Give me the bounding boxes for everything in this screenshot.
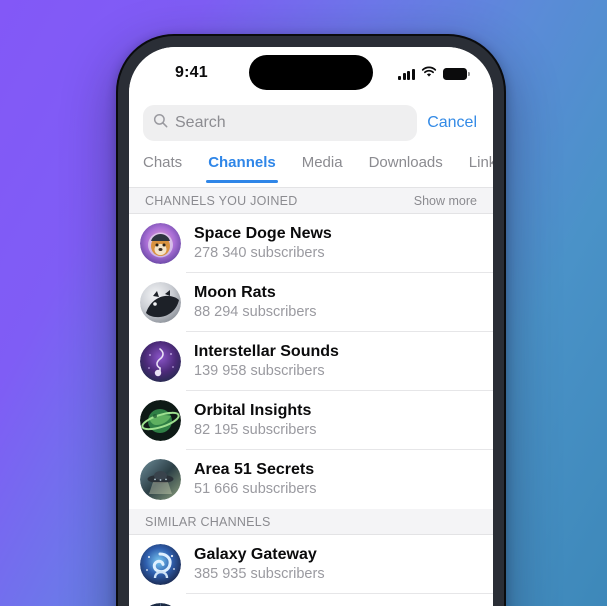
doge-astronaut-avatar — [140, 223, 181, 264]
wifi-icon — [421, 65, 437, 83]
subscriber-count: 88 294 subscribers — [194, 304, 317, 320]
tab-media[interactable]: Media — [302, 151, 343, 171]
row-text: Area 51 Secrets 51 666 subscribers — [194, 460, 317, 499]
channel-name: Galaxy Gateway — [194, 546, 317, 563]
tab-downloads[interactable]: Downloads — [369, 151, 443, 171]
table-row[interactable]: Telescope 27 248 subscribers — [129, 594, 493, 606]
table-row[interactable]: Moon Rats 88 294 subscribers — [129, 273, 493, 332]
row-text: Interstellar Sounds 139 958 subscribers — [194, 342, 339, 381]
subscriber-count: 139 958 subscribers — [194, 363, 325, 379]
subscriber-count: 278 340 subscribers — [194, 245, 325, 261]
table-row[interactable]: Galaxy Gateway 385 935 subscribers — [129, 535, 493, 594]
music-note-avatar — [140, 341, 181, 382]
battery-icon — [443, 68, 471, 80]
phone-screen: 9:41 Search Cancel Chats Channels Media … — [129, 47, 493, 606]
section-header-channels-you-joined: CHANNELS YOU JOINED Show more — [129, 188, 493, 214]
channel-name: Interstellar Sounds — [194, 343, 339, 360]
tab-chats[interactable]: Chats — [143, 151, 182, 171]
cancel-button[interactable]: Cancel — [427, 114, 479, 132]
tab-links[interactable]: Links — [469, 151, 493, 171]
channel-name: Moon Rats — [194, 284, 276, 301]
subscriber-count: 82 195 subscribers — [194, 422, 317, 438]
table-row[interactable]: Interstellar Sounds 139 958 subscribers — [129, 332, 493, 391]
search-icon — [153, 113, 168, 133]
rat-moon-avatar — [140, 282, 181, 323]
search-input[interactable]: Search — [143, 105, 418, 141]
status-bar-icons — [398, 65, 471, 83]
cellular-bars-icon — [398, 68, 415, 80]
channel-name: Orbital Insights — [194, 402, 312, 419]
section-header-similar-channels: SIMILAR CHANNELS — [129, 509, 493, 535]
row-text: Space Doge News 278 340 subscribers — [194, 224, 332, 263]
phone-device-frame: 9:41 Search Cancel Chats Channels Media … — [116, 34, 506, 606]
show-more-button[interactable]: Show more — [414, 194, 477, 208]
screenshot-canvas: 9:41 Search Cancel Chats Channels Media … — [0, 0, 607, 606]
channel-name: Area 51 Secrets — [194, 461, 315, 478]
section-title: CHANNELS YOU JOINED — [145, 194, 298, 208]
search-placeholder: Search — [175, 114, 226, 131]
search-bar: Search Cancel — [129, 101, 493, 151]
row-text: Galaxy Gateway 385 935 subscribers — [194, 545, 325, 584]
tab-bar: Chats Channels Media Downloads Links — [129, 151, 493, 188]
section-title: SIMILAR CHANNELS — [145, 515, 271, 529]
table-row[interactable]: Orbital Insights 82 195 subscribers — [129, 391, 493, 450]
status-bar: 9:41 — [129, 47, 493, 101]
dynamic-island — [249, 55, 373, 90]
tab-channels[interactable]: Channels — [206, 151, 278, 183]
subscriber-count: 51 666 subscribers — [194, 481, 317, 497]
green-planet-avatar — [140, 400, 181, 441]
table-row[interactable]: Space Doge News 278 340 subscribers — [129, 214, 493, 273]
table-row[interactable]: Area 51 Secrets 51 666 subscribers — [129, 450, 493, 509]
subscriber-count: 385 935 subscribers — [194, 566, 325, 582]
row-text: Orbital Insights 82 195 subscribers — [194, 401, 317, 440]
row-text: Moon Rats 88 294 subscribers — [194, 283, 317, 322]
channel-name: Space Doge News — [194, 225, 332, 242]
status-bar-clock: 9:41 — [175, 64, 208, 81]
ufo-alien-avatar — [140, 459, 181, 500]
galaxy-spiral-avatar — [140, 544, 181, 585]
channel-list: CHANNELS YOU JOINED Show more Space Doge… — [129, 188, 493, 606]
